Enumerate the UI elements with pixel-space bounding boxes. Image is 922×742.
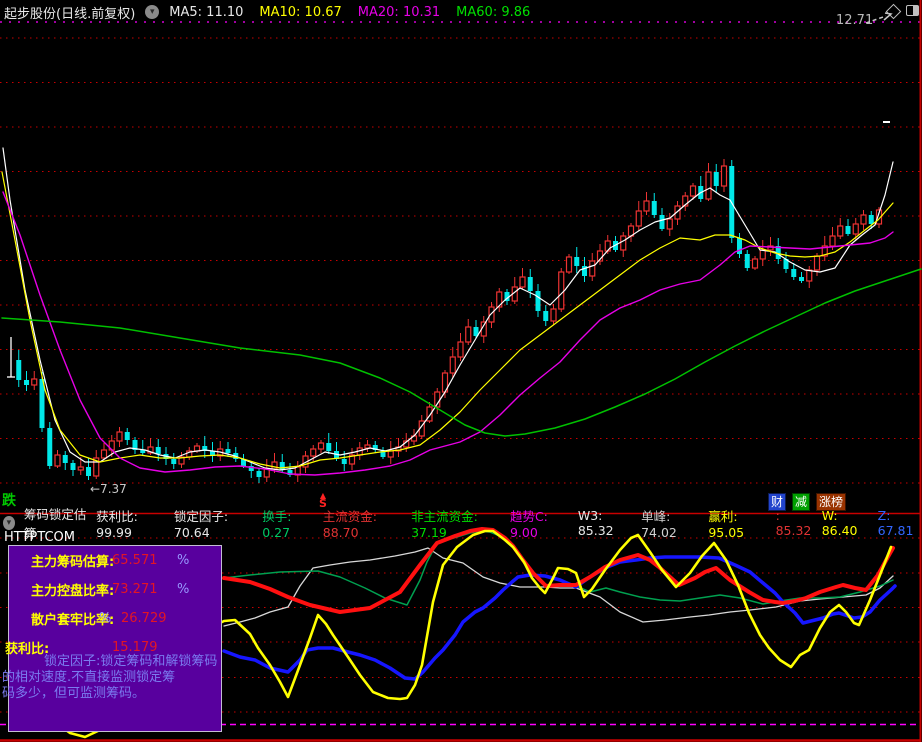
indicator-header-item: 赢利: 95.05	[708, 508, 745, 540]
indicator-header-item: 锁定因子: 70.64	[173, 508, 229, 540]
low-price-marker: ←7.37	[90, 482, 127, 496]
info-row: 散户套牢比率:% 26.729	[9, 604, 221, 633]
percent-sign: %	[99, 611, 112, 626]
info-row-label: 主力控盘比率:	[31, 584, 115, 599]
description-line: 码多少，但可监测筹码。	[2, 686, 146, 701]
info-row: 主力控盘比率: 73.271%	[9, 575, 221, 604]
percent-sign: %	[177, 553, 190, 568]
percent-sign: %	[177, 582, 190, 597]
stock-title: 起步股份(日线.前复权)	[4, 6, 136, 22]
info-row: 主力筹码估算: 65.571%	[9, 546, 221, 575]
ma-label: MA60: 9.86	[456, 4, 531, 20]
ma-label: MA5: 11.10	[169, 4, 244, 20]
chip-info-popup: 主力筹码估算: 65.571% 主力控盘比率: 73.271% 散户套牢比率:% 26.7…	[2, 545, 222, 732]
indicator-header-item: 单峰: 74.02	[641, 508, 677, 540]
description-line: 锁定因子:锁定筹码和解锁筹码	[44, 654, 218, 669]
watermark-text: HTTPTCOM	[4, 530, 75, 545]
indicator-header-item: W: 86.40	[821, 507, 858, 538]
ma-label: MA20: 10.31	[357, 4, 441, 20]
fall-badge: 跌	[2, 493, 16, 509]
indicator-header-item: Z: 67.81	[877, 507, 914, 538]
indicator-header: ▾ 筹码锁定估算 获利比: 99.99 锁定因子: 70.64 换手: 0.27 主流资…	[3, 507, 922, 541]
chevron-down-icon[interactable]: ▾	[145, 5, 160, 19]
chevron-down-icon[interactable]: ▾	[3, 515, 15, 530]
indicator-header-item: 获利比: 99.99	[96, 508, 138, 540]
indicator-header-item: : 85.32	[775, 507, 812, 538]
info-row-value: 65.571	[112, 553, 158, 568]
info-row-value: 73.271	[112, 582, 158, 597]
indicator-header-item: 非主流资金: 37.19	[411, 508, 478, 540]
indicator-header-item: 主流资金: 88.70	[322, 508, 377, 540]
split-layout-icon[interactable]	[906, 5, 919, 16]
indicator-header-item: 趋势C: 9.00	[509, 508, 548, 540]
description-line: 的相对速度.不直接监测锁定筹	[2, 670, 176, 685]
ma-label: MA10: 10.67	[259, 4, 342, 20]
info-rows: 主力筹码估算: 65.571% 主力控盘比率: 73.271% 散户套牢比率:% 26.7…	[5, 546, 221, 662]
trading-app-window: 起步股份(日线.前复权) ▾ MA5: 11.10 MA10: 10.67 MA20…	[0, 0, 922, 742]
ma-legend: MA5: 11.10 MA10: 10.67 MA20: 10.31 MA60: 9.…	[169, 5, 530, 20]
top-bar: 起步股份(日线.前复权) ▾ MA5: 11.10 MA10: 10.67 MA20…	[4, 3, 530, 22]
indicator-description: 锁定因子:锁定筹码和解锁筹码 的相对速度.不直接监测锁定筹 码多少，但可监测筹码。	[2, 654, 238, 702]
indicator-header-item: 换手: 0.27	[262, 508, 292, 540]
indicator-header-item: W3: 85.32	[577, 507, 614, 538]
info-row-label: 主力筹码估算:	[31, 555, 115, 570]
info-row-value: 15.179	[112, 640, 158, 655]
info-row-value: 26.729	[121, 611, 167, 626]
